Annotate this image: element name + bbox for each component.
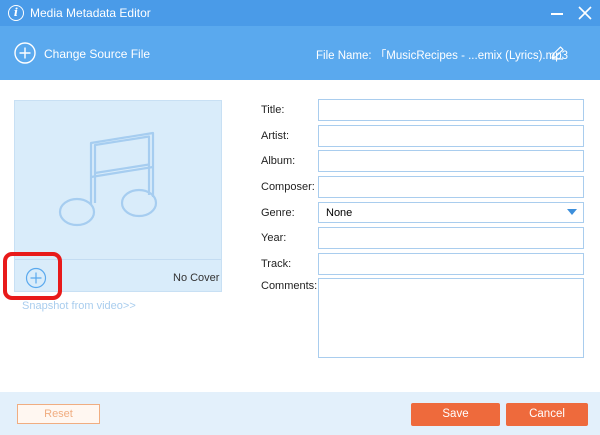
composer-label: Composer: — [261, 181, 315, 193]
genre-select[interactable]: None — [318, 202, 584, 223]
file-name-value: 「MusicRecipes - ...emix (Lyrics).mp3 — [374, 50, 568, 62]
artist-input[interactable] — [318, 125, 584, 147]
album-label: Album: — [261, 155, 296, 167]
year-label: Year: — [261, 232, 287, 244]
plus-circle-icon — [14, 42, 36, 64]
toolbar: Change Source File File Name: 「MusicReci… — [0, 26, 600, 80]
cover-panel: No Cover — [14, 100, 222, 292]
music-note-icon — [58, 131, 158, 227]
info-icon: i — [8, 5, 24, 21]
reset-button[interactable]: Reset — [17, 404, 100, 424]
genre-label: Genre: — [261, 207, 295, 219]
save-button[interactable]: Save — [411, 403, 500, 426]
close-icon[interactable] — [575, 3, 595, 23]
comments-textarea[interactable] — [318, 278, 584, 358]
add-cover-icon[interactable] — [25, 267, 47, 289]
title-input[interactable] — [318, 99, 584, 121]
change-source-file-label: Change Source File — [44, 47, 151, 61]
year-input[interactable] — [318, 227, 584, 249]
chevron-down-icon — [567, 209, 577, 215]
footer-bar: Reset Save Cancel — [0, 392, 600, 435]
no-cover-label: No Cover — [173, 272, 220, 284]
window-title: Media Metadata Editor — [30, 6, 151, 20]
composer-input[interactable] — [318, 176, 584, 198]
cancel-button[interactable]: Cancel — [506, 403, 588, 426]
file-name: File Name: 「MusicRecipes - ...emix (Lyri… — [316, 47, 568, 63]
snapshot-from-video-link[interactable]: Snapshot from video>> — [22, 300, 136, 312]
comments-label: Comments: — [261, 280, 318, 292]
artist-label: Artist: — [261, 130, 290, 142]
track-input[interactable] — [318, 253, 584, 275]
album-input[interactable] — [318, 150, 584, 172]
title-bar: i Media Metadata Editor — [0, 0, 600, 26]
track-label: Track: — [261, 258, 292, 270]
genre-value: None — [326, 207, 353, 219]
cover-divider — [15, 259, 221, 260]
minimize-icon[interactable] — [548, 4, 566, 22]
title-label: Title: — [261, 104, 285, 116]
file-name-label: File Name: — [316, 50, 372, 62]
pencil-icon[interactable] — [550, 45, 565, 60]
